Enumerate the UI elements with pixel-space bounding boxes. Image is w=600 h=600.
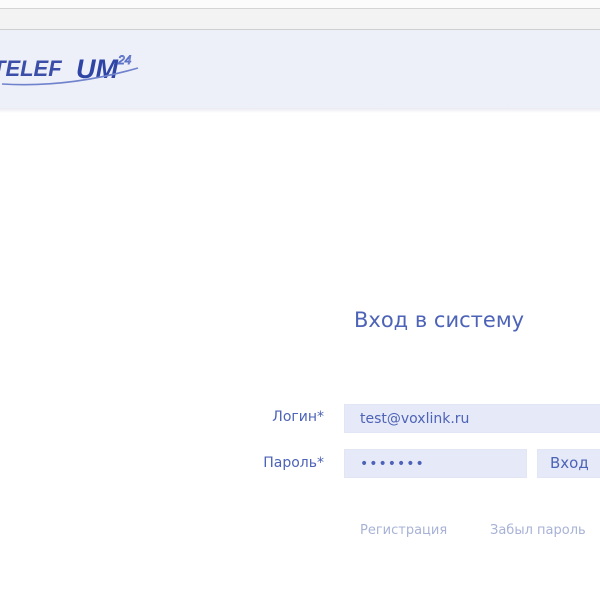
telefum-logo[interactable]: TELEF UM 24 (0, 44, 148, 92)
login-title: Вход в систему (354, 308, 525, 332)
browser-top-bar (0, 0, 600, 30)
password-input[interactable] (344, 449, 527, 478)
forgot-password-link[interactable]: Забыл пароль (490, 523, 586, 538)
header-shadow (0, 108, 600, 113)
browser-top-shade (0, 0, 600, 9)
password-label: Пароль* (263, 455, 324, 471)
logo-superscript: 24 (117, 53, 132, 67)
logo-text-part1: TELEF (0, 56, 62, 81)
login-label: Логин* (272, 409, 324, 425)
register-link[interactable]: Регистрация (360, 523, 447, 538)
login-input[interactable] (344, 404, 600, 433)
login-button[interactable]: Вход (537, 449, 600, 478)
